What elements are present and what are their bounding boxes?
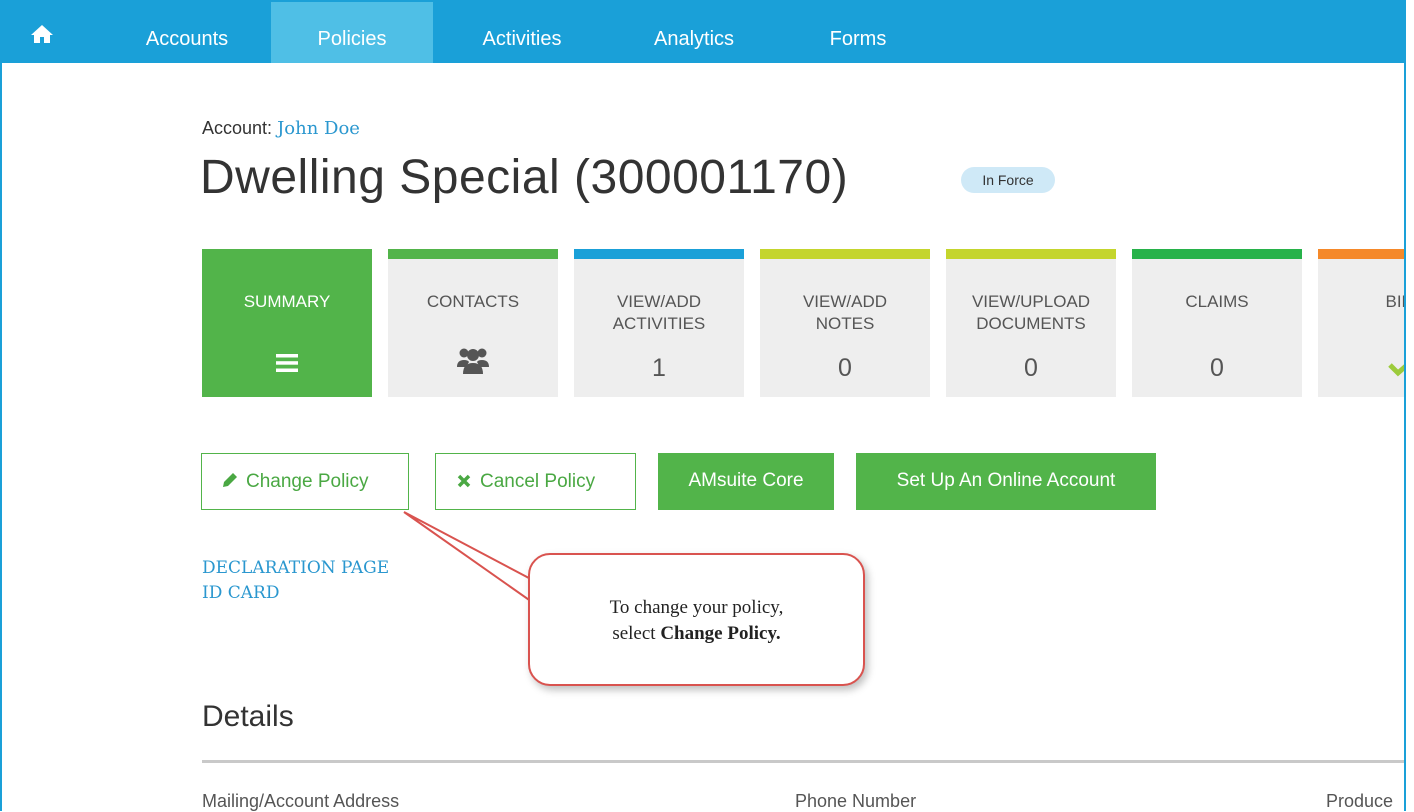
- cancel-policy-label: Cancel Policy: [480, 471, 596, 492]
- tile-accent-bar: [574, 249, 744, 259]
- tile-accent-bar: [760, 249, 930, 259]
- home-icon[interactable]: [30, 24, 54, 44]
- callout-line-2: select Change Policy.: [530, 621, 863, 647]
- tile-label: CLAIMS: [1185, 292, 1249, 311]
- tile-label: SUMMARY: [243, 292, 331, 311]
- window-border-left: [0, 0, 2, 811]
- tile-count: 0: [1024, 354, 1038, 382]
- change-policy-label: Change Policy: [246, 471, 369, 492]
- top-nav-bar: Accounts Policies Activities Analytics F…: [2, 2, 1404, 63]
- change-policy-button[interactable]: Change Policy: [201, 453, 409, 510]
- tile-label: VIEW/UPLOAD DOCUMENTS: [971, 292, 1091, 333]
- close-icon: [454, 454, 474, 509]
- menu-icon: [276, 353, 298, 378]
- callout-line-2-bold: Change Policy.: [660, 623, 781, 644]
- tile-contacts[interactable]: CONTACTS: [388, 249, 558, 397]
- account-line: Account: John Doe: [202, 118, 360, 139]
- tile-count: 1: [652, 354, 666, 382]
- setup-online-account-button[interactable]: Set Up An Online Account: [856, 453, 1156, 510]
- callout-line-2-prefix: select: [612, 623, 656, 644]
- nav-item-activities[interactable]: Activities: [464, 2, 580, 63]
- check-icon: [1388, 355, 1404, 382]
- nav-item-accounts[interactable]: Accounts: [136, 2, 238, 63]
- tile-label: BILL: [1385, 292, 1405, 311]
- declaration-page-link[interactable]: DECLARATION PAGE: [202, 558, 389, 578]
- tile-label: VIEW/ADD NOTES: [802, 292, 888, 333]
- nav-item-analytics[interactable]: Analytics: [636, 2, 752, 63]
- pencil-icon: [220, 454, 240, 509]
- window-border-right: [1404, 0, 1406, 811]
- tile-count: 0: [1210, 354, 1224, 382]
- tile-notes[interactable]: VIEW/ADD NOTES 0: [760, 249, 930, 397]
- column-header-phone: Phone Number: [795, 791, 917, 811]
- nav-item-policies[interactable]: Policies: [271, 2, 433, 63]
- tile-count: 0: [838, 354, 852, 382]
- tile-accent-bar: [1132, 249, 1302, 259]
- callout-text: To change your policy, select Change Pol…: [530, 595, 863, 647]
- column-header-producer: Produce: [1326, 791, 1394, 811]
- status-badge: In Force: [961, 167, 1055, 193]
- tile-billing[interactable]: BILL: [1318, 249, 1404, 397]
- users-icon: [456, 345, 490, 380]
- tile-documents[interactable]: VIEW/UPLOAD DOCUMENTS 0: [946, 249, 1116, 397]
- nav-item-forms[interactable]: Forms: [810, 2, 906, 63]
- tile-accent-bar: [1318, 249, 1404, 259]
- amsuite-core-button[interactable]: AMsuite Core: [658, 453, 834, 510]
- column-header-mailing-address: Mailing/Account Address: [202, 791, 400, 811]
- tile-claims[interactable]: CLAIMS 0: [1132, 249, 1302, 397]
- tile-label: CONTACTS: [426, 292, 520, 311]
- account-label: Account:: [202, 118, 273, 138]
- id-card-link[interactable]: ID CARD: [202, 583, 279, 603]
- tile-summary[interactable]: SUMMARY: [202, 249, 372, 397]
- tutorial-callout: To change your policy, select Change Pol…: [528, 553, 865, 686]
- details-divider: [202, 760, 1404, 763]
- tile-activities[interactable]: VIEW/ADD ACTIVITIES 1: [574, 249, 744, 397]
- details-heading: Details: [202, 700, 294, 733]
- tile-label: VIEW/ADD ACTIVITIES: [612, 292, 706, 333]
- callout-line-1: To change your policy,: [609, 597, 784, 618]
- cancel-policy-button[interactable]: Cancel Policy: [435, 453, 636, 510]
- tile-accent-bar: [388, 249, 558, 259]
- account-name-link[interactable]: John Doe: [277, 118, 360, 139]
- tile-accent-bar: [946, 249, 1116, 259]
- page-title: Dwelling Special (300001170): [200, 151, 849, 204]
